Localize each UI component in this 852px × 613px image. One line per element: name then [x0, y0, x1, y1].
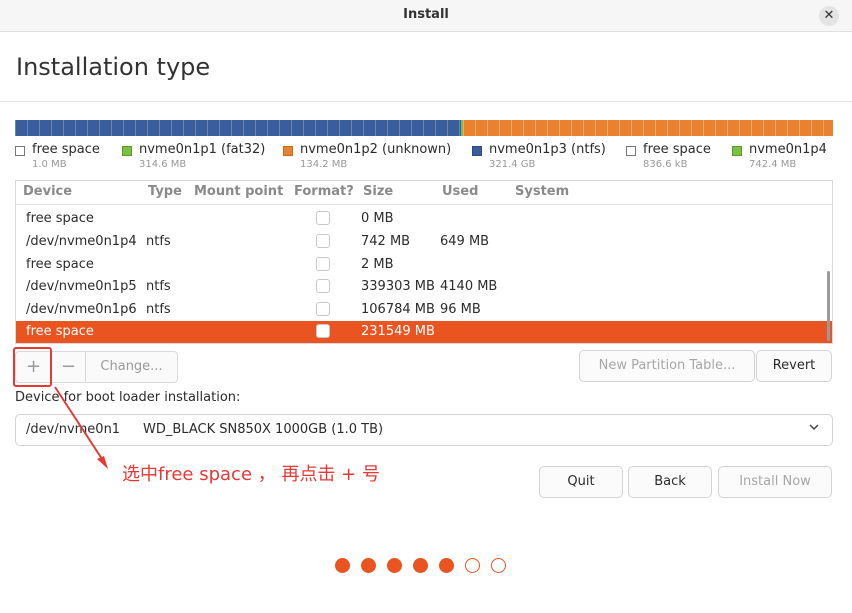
table-row-selected[interactable]: free space 231549 MB	[16, 321, 832, 343]
format-checkbox[interactable]	[316, 324, 330, 338]
legend-name: nvme0n1p1 (fat32)	[139, 142, 266, 157]
row-type: ntfs	[146, 234, 171, 249]
row-used: 4140 MB	[440, 279, 498, 294]
disk-segment-ntfs	[15, 120, 461, 136]
format-checkbox[interactable]	[316, 234, 330, 248]
install-now-button[interactable]: Install Now	[718, 466, 832, 498]
row-size: 0 MB	[361, 211, 394, 226]
new-partition-table-button[interactable]: New Partition Table...	[579, 350, 755, 382]
title-bar: Install ✕	[0, 0, 852, 32]
format-checkbox[interactable]	[316, 257, 330, 271]
row-device: free space	[26, 257, 94, 272]
legend-size: 321.4 GB	[489, 159, 536, 170]
legend-name: free space	[32, 142, 100, 157]
row-type: ntfs	[146, 302, 171, 317]
table-row[interactable]: /dev/nvme0n1p4 ntfs 742 MB 649 MB	[16, 231, 832, 253]
legend-swatch	[283, 146, 293, 156]
legend-swatch	[732, 146, 742, 156]
legend-swatch	[626, 146, 636, 156]
format-checkbox[interactable]	[316, 211, 330, 225]
format-checkbox[interactable]	[316, 302, 330, 316]
remove-partition-button[interactable]: −	[52, 352, 86, 382]
annotation-text: 选中free space ， 再点击 + 号	[122, 464, 380, 485]
row-size: 231549 MB	[361, 324, 435, 339]
legend-swatch	[15, 146, 25, 156]
row-device: /dev/nvme0n1p4	[26, 234, 137, 249]
row-used: 649 MB	[440, 234, 490, 249]
legend-name: nvme0n1p2 (unknown)	[300, 142, 452, 157]
table-row[interactable]: /dev/nvme0n1p5 ntfs 339303 MB 4140 MB	[16, 276, 832, 298]
legend-size: 836.6 kB	[643, 159, 688, 170]
table-row[interactable]: /dev/nvme0n1p6 ntfs 106784 MB 96 MB	[16, 299, 832, 321]
header-used[interactable]: Used	[442, 184, 478, 199]
partition-table: Device Type Mount point Format? Size Use…	[15, 180, 833, 344]
table-scrollbar[interactable]	[827, 271, 830, 341]
progress-dot	[387, 558, 402, 573]
header-device[interactable]: Device	[23, 184, 72, 199]
revert-button[interactable]: Revert	[756, 350, 832, 382]
boot-device-model: WD_BLACK SN850X 1000GB (1.0 TB)	[143, 422, 384, 437]
progress-dot	[491, 558, 506, 573]
table-header: Device Type Mount point Format? Size Use…	[16, 181, 832, 205]
row-device: /dev/nvme0n1p5	[26, 279, 137, 294]
legend-size: 134.2 MB	[300, 159, 348, 170]
format-checkbox[interactable]	[316, 279, 330, 293]
row-size: 106784 MB	[361, 302, 435, 317]
header-type[interactable]: Type	[148, 184, 182, 199]
legend-size: 742.4 MB	[749, 159, 797, 170]
legend-name: free space	[643, 142, 711, 157]
row-device: /dev/nvme0n1p6	[26, 302, 137, 317]
header-size[interactable]: Size	[363, 184, 393, 199]
header-format[interactable]: Format?	[294, 184, 354, 199]
header-system[interactable]: System	[515, 184, 569, 199]
legend-size: 314.6 MB	[139, 159, 187, 170]
row-device: free space	[26, 211, 94, 226]
progress-dot	[439, 558, 454, 573]
disk-legend: free space 1.0 MB nvme0n1p1 (fat32) 314.…	[15, 142, 835, 174]
chevron-down-icon	[808, 421, 820, 436]
boot-loader-select[interactable]: /dev/nvme0n1 WD_BLACK SN850X 1000GB (1.0…	[15, 414, 833, 446]
progress-dot	[465, 558, 480, 573]
legend-name: nvme0n1p4	[749, 142, 827, 157]
back-button[interactable]: Back	[628, 466, 712, 498]
header-mount-point[interactable]: Mount point	[194, 184, 283, 199]
annotation-highlight-box	[13, 347, 52, 387]
legend-swatch	[472, 146, 482, 156]
quit-button[interactable]: Quit	[539, 466, 623, 498]
change-partition-button[interactable]: Change...	[86, 352, 177, 382]
row-type: ntfs	[146, 279, 171, 294]
table-row[interactable]: free space 0 MB	[16, 208, 832, 230]
progress-dot	[361, 558, 376, 573]
boot-loader-label: Device for boot loader installation:	[15, 390, 241, 405]
disk-segment-free	[463, 120, 833, 136]
table-row[interactable]: free space 2 MB	[16, 254, 832, 276]
window-title: Install	[403, 7, 449, 22]
row-size: 339303 MB	[361, 279, 435, 294]
row-used: 96 MB	[440, 302, 481, 317]
header-divider	[0, 101, 852, 102]
boot-device: /dev/nvme0n1	[26, 422, 121, 437]
page-title: Installation type	[16, 53, 211, 81]
row-size: 2 MB	[361, 257, 394, 272]
legend-name: nvme0n1p3 (ntfs)	[489, 142, 606, 157]
progress-dots	[335, 558, 506, 574]
progress-dot	[335, 558, 350, 573]
row-size: 742 MB	[361, 234, 411, 249]
close-button[interactable]: ✕	[819, 6, 839, 26]
progress-dot	[413, 558, 428, 573]
row-device: free space	[26, 324, 94, 339]
legend-size: 1.0 MB	[32, 159, 67, 170]
legend-swatch	[122, 146, 132, 156]
disk-usage-bar	[15, 120, 833, 136]
